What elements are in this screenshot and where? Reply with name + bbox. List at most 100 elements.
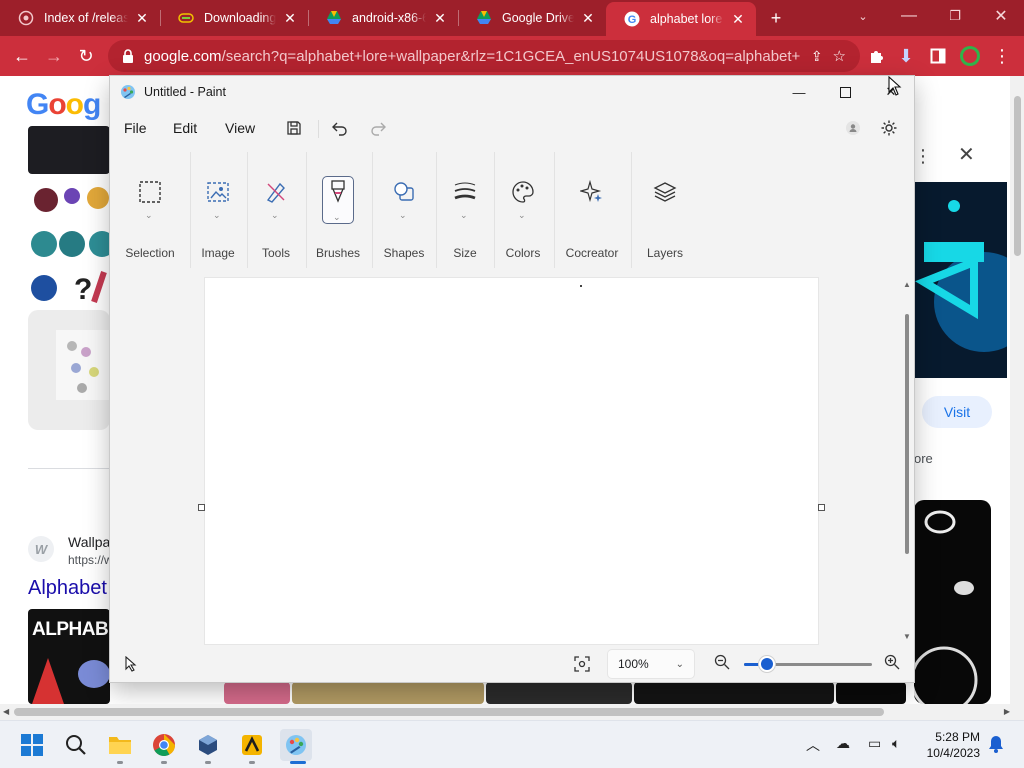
image-thumbnail[interactable] [28, 126, 110, 174]
search-icon[interactable] [60, 729, 92, 761]
menu-edit[interactable]: Edit [173, 120, 197, 136]
close-window-icon[interactable]: ✕ [978, 0, 1024, 32]
horizontal-scrollbar-thumb[interactable] [14, 708, 884, 716]
ribbon-brushes[interactable]: ⌄ Brushes [308, 148, 368, 274]
file-explorer-icon[interactable] [104, 729, 136, 761]
show-hidden-icons[interactable]: ︿ [806, 735, 820, 755]
menu-view[interactable]: View [225, 120, 255, 136]
image-thumbnail[interactable] [224, 682, 290, 704]
canvas-scrollbar-thumb[interactable] [905, 314, 909, 554]
zoom-level-select[interactable]: 100% ⌄ [608, 650, 694, 678]
download-icon[interactable]: ⬇ [892, 42, 920, 70]
more-link[interactable]: ore [914, 451, 933, 466]
network-cloud-icon[interactable]: ☁ [836, 735, 850, 752]
paint-maximize-icon[interactable] [822, 76, 868, 108]
tab-title: Google Drive - [502, 11, 574, 25]
volume-icon[interactable]: 🔈︎ [892, 735, 900, 752]
zoom-slider[interactable] [744, 658, 872, 670]
bookmark-star-icon[interactable]: ☆ [833, 47, 846, 65]
close-tab-icon[interactable]: ✕ [580, 10, 596, 27]
close-tab-icon[interactable]: ✕ [432, 10, 448, 27]
image-thumbnail[interactable] [486, 682, 632, 704]
tab-android-x86[interactable]: android-x86-64 ✕ [308, 4, 458, 32]
undo-icon[interactable] [328, 116, 352, 140]
account-icon[interactable] [841, 116, 865, 140]
zoom-in-icon[interactable] [884, 654, 900, 673]
preview-image[interactable] [914, 182, 1007, 378]
menu-file[interactable]: File [124, 120, 147, 136]
scroll-down-icon[interactable]: ▼ [903, 632, 911, 641]
ribbon-shapes[interactable]: ⌄ Shapes [374, 148, 434, 274]
notification-bell-icon[interactable] [988, 735, 1004, 756]
more-options-icon[interactable]: ⋮ [914, 146, 944, 166]
ribbon-layers[interactable]: Layers [633, 148, 697, 274]
ribbon-image[interactable]: ⌄ Image [192, 148, 244, 274]
new-tab-button[interactable]: + [762, 4, 790, 32]
forward-icon[interactable]: → [40, 42, 68, 70]
page-scrollbar-thumb[interactable] [1014, 96, 1021, 256]
chevron-down-icon: ⌄ [399, 210, 407, 220]
redo-icon[interactable] [366, 116, 390, 140]
restore-icon[interactable]: ❐ [932, 0, 978, 32]
tab-google-drive[interactable]: Google Drive - ✕ [458, 4, 606, 32]
minimize-icon[interactable]: — [886, 0, 932, 32]
image-thumbnail[interactable] [28, 178, 110, 220]
extensions-puzzle-icon[interactable] [862, 42, 890, 70]
close-tab-icon[interactable]: ✕ [730, 11, 746, 28]
save-icon[interactable] [282, 116, 306, 140]
display-icon[interactable]: ▭ [868, 735, 881, 752]
image-thumbnail[interactable]: ALPHABET [28, 609, 132, 704]
address-bar[interactable]: google.com/search?q=alphabet+lore+wallpa… [108, 40, 860, 72]
zoom-slider-thumb[interactable] [761, 658, 774, 670]
paint-taskbar-icon[interactable] [280, 729, 312, 761]
drawing-canvas[interactable] [205, 278, 818, 644]
canvas-vertical-scrollbar[interactable]: ▲ ▼ [900, 278, 914, 646]
windows-start-icon[interactable] [16, 729, 48, 761]
ribbon-selection[interactable]: ⌄ Selection [120, 148, 180, 274]
canvas-resize-handle[interactable] [818, 504, 825, 511]
back-icon[interactable]: ← [8, 42, 36, 70]
image-thumbnail[interactable] [634, 682, 834, 704]
zoom-out-icon[interactable] [714, 654, 730, 673]
chrome-icon[interactable] [148, 729, 180, 761]
visit-button[interactable]: Visit [922, 396, 992, 428]
tab-alphabet-lore[interactable]: G alphabet lore wallpaper ✕ [606, 2, 756, 36]
tab-downloading-file[interactable]: Downloading File ✕ [160, 4, 308, 32]
result-title-link[interactable]: Alphabet [28, 577, 107, 600]
reload-icon[interactable]: ↻ [72, 42, 100, 70]
virtualbox-icon[interactable] [192, 729, 224, 761]
game-app-icon[interactable] [236, 729, 268, 761]
close-preview-icon[interactable]: ✕ [958, 142, 975, 167]
image-thumbnail[interactable] [28, 224, 115, 264]
ribbon-tools[interactable]: ⌄ Tools [249, 148, 303, 274]
image-thumbnail[interactable] [292, 682, 484, 704]
share-icon[interactable]: ⇪ [811, 48, 823, 65]
tab-search-icon[interactable]: ⌄ [840, 0, 886, 32]
profile-avatar[interactable] [956, 42, 984, 70]
paint-minimize-icon[interactable]: — [776, 76, 822, 108]
fit-to-window-icon[interactable] [574, 656, 590, 675]
running-indicator [249, 761, 255, 764]
scroll-up-icon[interactable]: ▲ [903, 280, 911, 289]
tab-index-of-release[interactable]: Index of /release ✕ [0, 4, 160, 32]
google-logo[interactable]: Goog [26, 88, 101, 122]
ribbon-cocreator[interactable]: Cocreator [556, 148, 628, 274]
scroll-left-icon[interactable]: ◀ [3, 707, 9, 716]
close-tab-icon[interactable]: ✕ [282, 10, 298, 27]
ribbon-size[interactable]: ⌄ Size [438, 148, 492, 274]
side-panel-icon[interactable] [924, 42, 952, 70]
scroll-right-icon[interactable]: ▶ [1004, 707, 1010, 716]
close-tab-icon[interactable]: ✕ [134, 10, 150, 27]
image-thumbnail[interactable] [836, 682, 906, 704]
page-horizontal-scrollbar[interactable]: ◀ ▶ [0, 704, 1024, 720]
more-menu-icon[interactable]: ⋮ [988, 42, 1016, 70]
ribbon-divider [436, 152, 437, 268]
system-clock[interactable]: 5:28 PM 10/4/2023 [927, 729, 980, 761]
ribbon-colors[interactable]: ⌄ Colors [496, 148, 550, 274]
page-scrollbar[interactable] [1010, 76, 1024, 704]
image-thumbnail[interactable] [28, 310, 110, 430]
image-thumbnail[interactable]: ? [28, 266, 110, 306]
image-thumbnail[interactable] [910, 500, 991, 704]
settings-gear-icon[interactable] [877, 116, 901, 140]
canvas-resize-handle[interactable] [198, 504, 205, 511]
